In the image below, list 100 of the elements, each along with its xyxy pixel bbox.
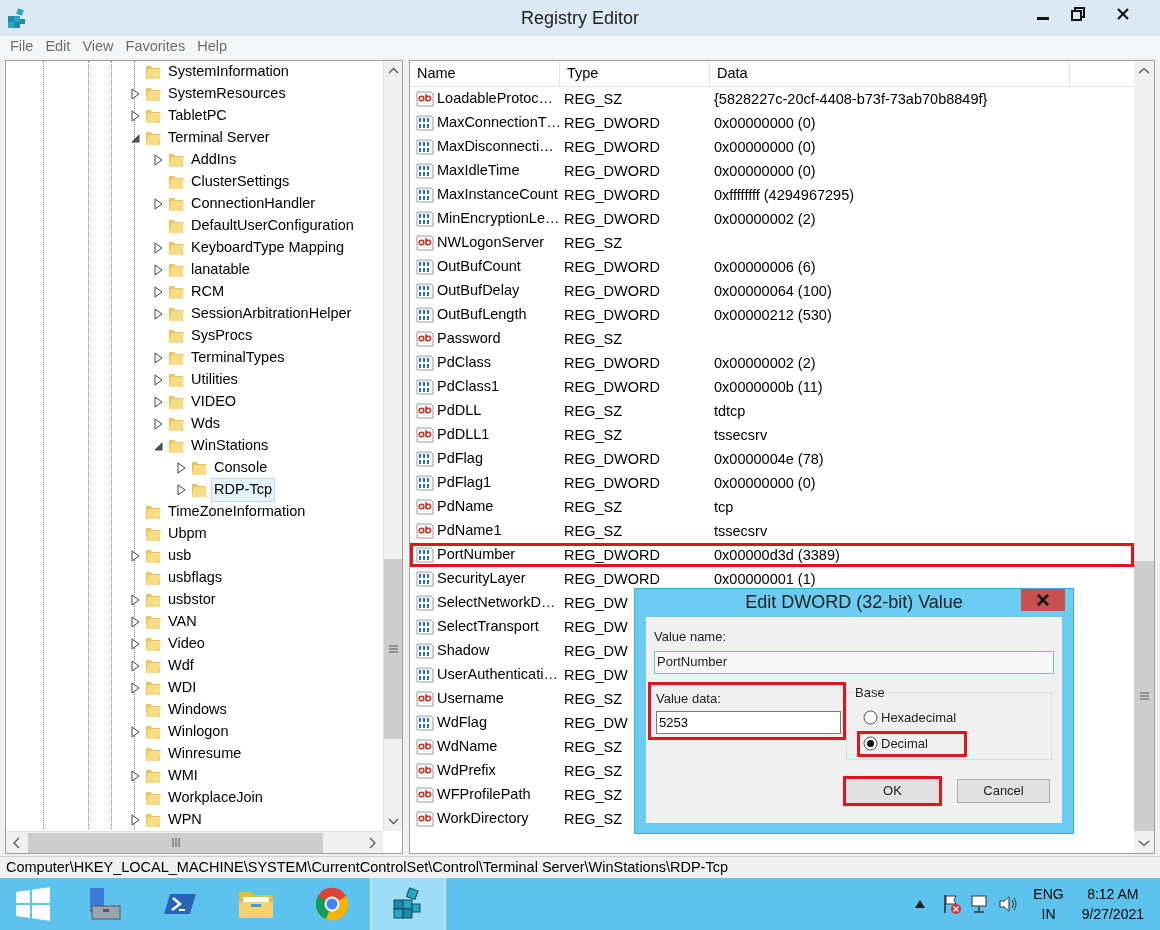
expand-arrow-icon[interactable] xyxy=(154,286,163,298)
tree-item[interactable]: VAN xyxy=(165,610,200,634)
tree-item[interactable]: TabletPC xyxy=(165,104,230,128)
column-header[interactable]: Data xyxy=(710,61,1070,87)
expand-arrow-icon[interactable] xyxy=(154,198,163,210)
value-name[interactable]: WdFlag xyxy=(437,712,487,734)
scrollbar-thumb[interactable] xyxy=(28,832,323,853)
radio-option[interactable]: Hexadecimal xyxy=(857,704,967,731)
value-name[interactable]: LoadableProtoc… xyxy=(437,88,554,110)
taskbar-app[interactable] xyxy=(370,878,446,930)
tree-item[interactable]: Utilities xyxy=(188,368,241,392)
vertical-scrollbar[interactable] xyxy=(383,61,402,831)
tree-item[interactable]: WMI xyxy=(165,764,201,788)
value-name[interactable]: UserAuthenticati… xyxy=(437,664,558,686)
tree-item[interactable]: lanatable xyxy=(188,258,253,282)
tree-item[interactable]: usbstor xyxy=(165,588,219,612)
tree-item[interactable]: WDI xyxy=(165,676,200,700)
expand-arrow-icon[interactable] xyxy=(131,88,140,100)
speaker-icon[interactable] xyxy=(997,893,1020,915)
scrollbar-thumb[interactable] xyxy=(1134,561,1154,831)
menu-item[interactable]: Favorites xyxy=(119,36,192,58)
radio-button[interactable] xyxy=(863,736,878,751)
tree-item[interactable]: WinStations xyxy=(188,434,272,458)
clock-time[interactable]: 8:12 AM xyxy=(1087,884,1139,904)
value-name[interactable]: WdName xyxy=(437,736,498,758)
expand-arrow-icon[interactable] xyxy=(154,396,163,408)
flag-warning-icon[interactable] xyxy=(941,893,964,915)
tree-item[interactable]: Wds xyxy=(188,412,223,436)
tree-item[interactable]: SystemResources xyxy=(165,82,289,106)
value-name[interactable]: SelectNetworkD… xyxy=(437,592,556,614)
input-region[interactable]: IN xyxy=(1041,904,1056,924)
column-header[interactable]: Type xyxy=(560,61,710,87)
tree-item[interactable]: Terminal Server xyxy=(165,126,273,150)
tree-item[interactable]: WorkplaceJoin xyxy=(165,786,266,810)
value-name[interactable]: PortNumber xyxy=(437,544,516,566)
expand-arrow-icon[interactable] xyxy=(131,110,140,122)
tree-item[interactable]: SysProcs xyxy=(188,324,256,348)
tree-item[interactable]: Wdf xyxy=(165,654,197,678)
value-name[interactable]: SecurityLayer xyxy=(437,568,526,590)
tree-item[interactable]: KeyboardType Mapping xyxy=(188,236,348,260)
expand-arrow-icon[interactable] xyxy=(131,682,140,694)
value-name[interactable]: PdFlag1 xyxy=(437,472,491,494)
expand-arrow-icon[interactable] xyxy=(131,814,140,826)
value-name[interactable]: Password xyxy=(437,328,501,350)
value-data-field[interactable]: 5253 xyxy=(656,711,841,734)
collapse-arrow-icon[interactable] xyxy=(131,132,140,144)
radio-button[interactable] xyxy=(863,710,878,725)
tree-item[interactable]: Console xyxy=(211,456,271,480)
expand-arrow-icon[interactable] xyxy=(131,638,140,650)
expand-arrow-icon[interactable] xyxy=(131,550,140,562)
column-header[interactable]: Name xyxy=(410,61,560,87)
expand-arrow-icon[interactable] xyxy=(154,374,163,386)
horizontal-scrollbar[interactable] xyxy=(6,831,383,853)
expand-arrow-icon[interactable] xyxy=(177,484,186,496)
value-name[interactable]: PdDLL xyxy=(437,400,482,422)
value-name[interactable]: Shadow xyxy=(437,640,490,662)
value-name[interactable]: MaxIdleTime xyxy=(437,160,520,182)
value-name[interactable]: MaxDisconnecti… xyxy=(437,136,554,158)
value-name[interactable]: WFProfilePath xyxy=(437,784,531,806)
tree-item[interactable]: TerminalTypes xyxy=(188,346,288,370)
input-language[interactable]: ENG xyxy=(1033,884,1064,904)
value-name[interactable]: PdDLL1 xyxy=(437,424,490,446)
value-name[interactable]: MaxConnectionT… xyxy=(437,112,562,134)
show-hidden-icons-icon[interactable] xyxy=(915,900,926,908)
tree-item[interactable]: usb xyxy=(165,544,195,568)
expand-arrow-icon[interactable] xyxy=(131,594,140,606)
expand-arrow-icon[interactable] xyxy=(154,418,163,430)
expand-arrow-icon[interactable] xyxy=(177,462,186,474)
menu-item[interactable]: View xyxy=(76,36,120,58)
tree-item[interactable]: SessionArbitrationHelper xyxy=(188,302,355,326)
menu-item[interactable]: Edit xyxy=(39,36,77,58)
value-name[interactable]: WdPrefix xyxy=(437,760,496,782)
tree-item[interactable]: AddIns xyxy=(188,148,240,172)
clock-date[interactable]: 9/27/2021 xyxy=(1081,904,1144,924)
tree-item[interactable]: VIDEO xyxy=(188,390,240,414)
expand-arrow-icon[interactable] xyxy=(154,242,163,254)
value-name[interactable]: MaxInstanceCount xyxy=(437,184,558,206)
tree-item[interactable]: Winresume xyxy=(165,742,245,766)
tree-item[interactable]: SystemInformation xyxy=(165,60,292,84)
expand-arrow-icon[interactable] xyxy=(131,726,140,738)
expand-arrow-icon[interactable] xyxy=(154,264,163,276)
value-name[interactable]: PdClass1 xyxy=(437,376,500,398)
value-name[interactable]: PdClass xyxy=(437,352,491,374)
value-name[interactable]: OutBufDelay xyxy=(437,280,520,302)
value-name[interactable]: PdName xyxy=(437,496,494,518)
collapse-arrow-icon[interactable] xyxy=(154,440,163,452)
tree-item[interactable]: Winlogon xyxy=(165,720,232,744)
value-name[interactable]: NWLogonServer xyxy=(437,232,545,254)
tree-item[interactable]: RDP-Tcp xyxy=(211,478,275,502)
value-name[interactable]: PdName1 xyxy=(437,520,502,542)
tree-item[interactable]: WPN xyxy=(165,808,205,832)
value-name[interactable]: PdFlag xyxy=(437,448,483,470)
tree-item[interactable]: Windows xyxy=(165,698,230,722)
menu-item[interactable]: Help xyxy=(191,36,233,58)
value-name[interactable]: Username xyxy=(437,688,504,710)
expand-arrow-icon[interactable] xyxy=(154,308,163,320)
tree-item[interactable]: DefaultUserConfiguration xyxy=(188,214,357,238)
expand-arrow-icon[interactable] xyxy=(154,154,163,166)
tree-item[interactable]: Ubpm xyxy=(165,522,210,546)
tree-item[interactable]: RCM xyxy=(188,280,228,304)
